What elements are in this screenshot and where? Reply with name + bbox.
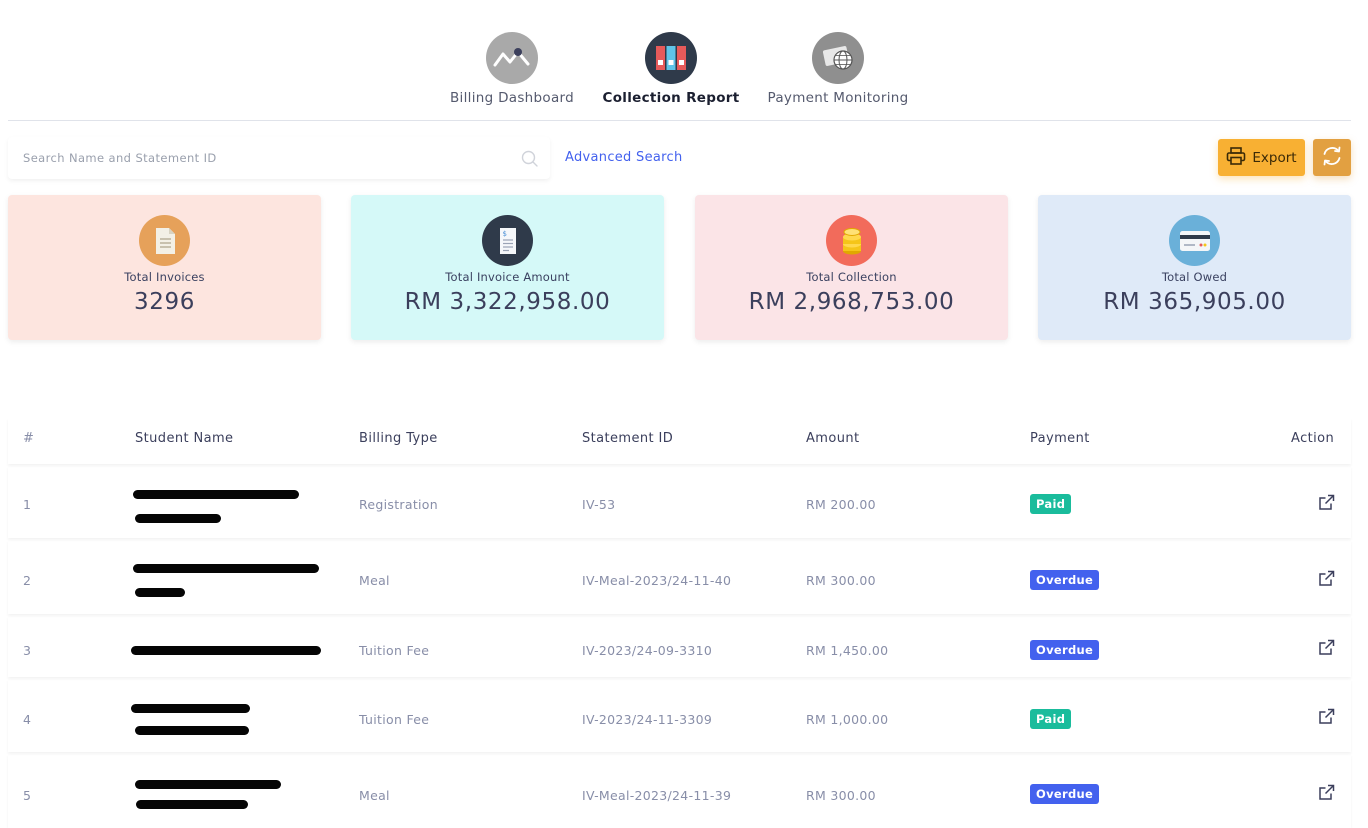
chart-line-icon bbox=[486, 32, 538, 84]
status-badge: Overdue bbox=[1030, 784, 1100, 804]
row-index: 3 bbox=[23, 643, 32, 658]
billing-type: Meal bbox=[359, 573, 390, 588]
table-row: 5 Meal IV-Meal-2023/24-11-39 RM 300.00 O… bbox=[8, 754, 1351, 828]
column-header-action[interactable]: Action bbox=[1291, 431, 1334, 446]
stat-label: Total Invoices bbox=[124, 270, 205, 284]
stat-card-total-invoices: Total Invoices 3296 bbox=[8, 195, 321, 340]
amount: RM 1,000.00 bbox=[806, 712, 889, 727]
statement-id: IV-2023/24-11-3309 bbox=[582, 712, 713, 727]
external-link-icon[interactable] bbox=[1318, 708, 1335, 729]
column-header-payment[interactable]: Payment bbox=[1030, 431, 1090, 446]
row-index: 4 bbox=[23, 712, 32, 727]
document-icon bbox=[139, 215, 190, 266]
amount: RM 200.00 bbox=[806, 497, 876, 512]
amount: RM 1,450.00 bbox=[806, 643, 889, 658]
billing-type: Tuition Fee bbox=[359, 712, 430, 727]
row-index: 2 bbox=[23, 573, 32, 588]
column-header-amount[interactable]: Amount bbox=[806, 431, 860, 446]
stat-card-total-invoice-amount: $ Total Invoice Amount RM 3,322,958.00 bbox=[351, 195, 664, 340]
status-badge: Overdue bbox=[1030, 640, 1100, 660]
export-label: Export bbox=[1252, 149, 1297, 166]
stat-label: Total Owed bbox=[1161, 270, 1228, 284]
search-icon[interactable] bbox=[521, 150, 538, 171]
stat-value: RM 2,968,753.00 bbox=[748, 289, 955, 315]
column-header-billing-type[interactable]: Billing Type bbox=[359, 431, 438, 446]
refresh-button[interactable] bbox=[1313, 139, 1351, 176]
amount: RM 300.00 bbox=[806, 788, 876, 803]
stat-value: RM 365,905.00 bbox=[1103, 289, 1286, 315]
coins-icon bbox=[826, 215, 877, 266]
statement-id: IV-2023/24-09-3310 bbox=[582, 643, 713, 658]
stat-value: RM 3,322,958.00 bbox=[404, 289, 611, 315]
credit-card-icon bbox=[1169, 215, 1220, 266]
billing-type: Registration bbox=[359, 497, 438, 512]
tab-label: Billing Dashboard bbox=[449, 90, 575, 106]
row-index: 1 bbox=[23, 497, 32, 512]
refresh-icon bbox=[1321, 146, 1343, 170]
stat-label: Total Invoice Amount bbox=[445, 270, 570, 284]
billing-type: Meal bbox=[359, 788, 390, 803]
nav-divider bbox=[8, 120, 1351, 121]
table-row: 4 Tuition Fee IV-2023/24-11-3309 RM 1,00… bbox=[8, 679, 1351, 752]
column-header-statement-id[interactable]: Statement ID bbox=[582, 431, 673, 446]
tab-label: Payment Monitoring bbox=[767, 90, 909, 106]
printer-icon bbox=[1226, 146, 1246, 169]
external-link-icon[interactable] bbox=[1318, 639, 1335, 660]
statement-id: IV-Meal-2023/24-11-40 bbox=[582, 573, 732, 588]
tab-collection-report[interactable]: Collection Report bbox=[603, 32, 739, 106]
table-row: 3 Tuition Fee IV-2023/24-09-3310 RM 1,45… bbox=[8, 616, 1351, 677]
column-header-index[interactable]: # bbox=[23, 431, 34, 446]
statement-id: IV-Meal-2023/24-11-39 bbox=[582, 788, 732, 803]
stat-card-total-collection: Total Collection RM 2,968,753.00 bbox=[695, 195, 1008, 340]
export-button[interactable]: Export bbox=[1218, 139, 1305, 176]
invoice-icon: $ bbox=[482, 215, 533, 266]
payment-globe-icon bbox=[812, 32, 864, 84]
advanced-search-link[interactable]: Advanced Search bbox=[565, 150, 683, 165]
svg-text:$: $ bbox=[502, 230, 506, 238]
top-navigation: Billing Dashboard Collection Report Paym… bbox=[0, 0, 1368, 121]
external-link-icon[interactable] bbox=[1318, 784, 1335, 805]
table-row: 1 Registration IV-53 RM 200.00 Paid bbox=[8, 466, 1351, 538]
statement-id: IV-53 bbox=[582, 497, 616, 512]
search-input[interactable] bbox=[8, 151, 498, 165]
table-row: 2 Meal IV-Meal-2023/24-11-40 RM 300.00 O… bbox=[8, 540, 1351, 614]
binders-icon bbox=[645, 32, 697, 84]
tab-label: Collection Report bbox=[602, 90, 740, 106]
stat-card-total-owed: Total Owed RM 365,905.00 bbox=[1038, 195, 1351, 340]
column-header-student-name[interactable]: Student Name bbox=[135, 431, 233, 446]
status-badge: Paid bbox=[1030, 494, 1072, 514]
tab-billing-dashboard[interactable]: Billing Dashboard bbox=[449, 32, 575, 106]
stat-label: Total Collection bbox=[806, 270, 897, 284]
row-index: 5 bbox=[23, 788, 32, 803]
tab-payment-monitoring[interactable]: Payment Monitoring bbox=[766, 32, 910, 106]
billing-type: Tuition Fee bbox=[359, 643, 430, 658]
status-badge: Overdue bbox=[1030, 570, 1100, 590]
table-header: # Student Name Billing Type Statement ID… bbox=[8, 418, 1351, 464]
status-badge: Paid bbox=[1030, 709, 1072, 729]
external-link-icon[interactable] bbox=[1318, 494, 1335, 515]
external-link-icon[interactable] bbox=[1318, 570, 1335, 591]
stat-value: 3296 bbox=[134, 289, 195, 315]
amount: RM 300.00 bbox=[806, 573, 876, 588]
search-box bbox=[8, 137, 550, 179]
